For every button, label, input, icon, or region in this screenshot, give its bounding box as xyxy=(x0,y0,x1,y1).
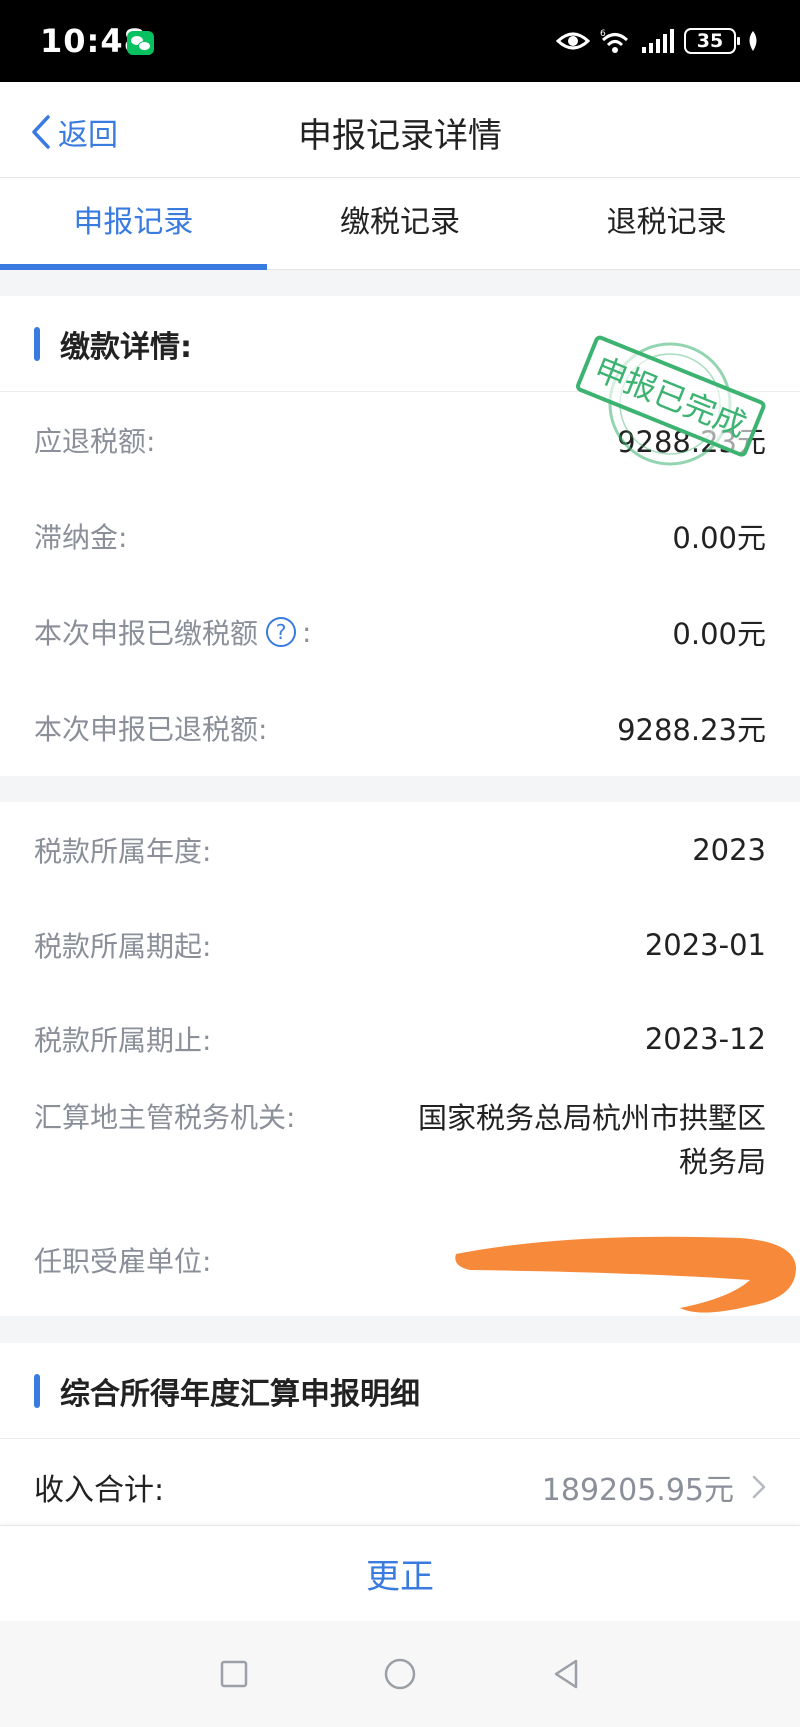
row-label: 本次申报已退税额: xyxy=(34,713,268,746)
signal-icon xyxy=(642,29,674,53)
section-header: 综合所得年度汇算申报明细 xyxy=(0,1343,800,1439)
bottom-action-bar: 更正 xyxy=(0,1525,800,1621)
row-period-end: 税款所属期止: 2023-12 xyxy=(0,992,800,1086)
system-nav-bar xyxy=(0,1621,800,1727)
tab-payment-records[interactable]: 缴税记录 xyxy=(267,178,534,269)
redaction-mark xyxy=(455,1236,796,1313)
row-refund-due: 应退税额: 9288.23元 xyxy=(0,392,800,488)
tab-refund-records[interactable]: 退税记录 xyxy=(533,178,800,269)
authority-line-1: 国家税务总局杭州市拱墅区 xyxy=(417,1101,766,1135)
section-header: 缴款详情: xyxy=(0,296,800,392)
section-accent-bar xyxy=(34,1373,40,1408)
tab-bar: 申报记录 缴税记录 退税记录 xyxy=(0,178,800,270)
network-label: 6 xyxy=(600,29,606,39)
row-label: 本次申报已缴税额 ? : xyxy=(34,612,311,652)
row-label-suffix: : xyxy=(302,615,312,649)
back-triangle-icon[interactable] xyxy=(548,1656,584,1692)
chevron-right-icon xyxy=(752,1475,766,1499)
row-period-start: 税款所属期起: 2023-01 xyxy=(0,898,800,992)
row-tax-year: 税款所属年度: 2023 xyxy=(0,802,800,898)
row-paid-tax: 本次申报已缴税额 ? : 0.00元 xyxy=(0,584,800,680)
nav-bar: 返回 申报记录详情 xyxy=(0,82,800,178)
row-label: 汇算地主管税务机关: xyxy=(34,1101,296,1134)
income-total-row[interactable]: 收入合计: 189205.95元 xyxy=(0,1439,800,1535)
income-label: 收入合计: xyxy=(34,1473,165,1508)
row-value: 2023 xyxy=(692,833,766,867)
income-value: 189205.95元 xyxy=(541,1473,734,1508)
row-refunded-tax: 本次申报已退税额: 9288.23元 xyxy=(0,680,800,776)
row-tax-authority: 汇算地主管税务机关: 国家税务总局杭州市拱墅区 税务局 xyxy=(0,1086,800,1204)
section-accent-bar xyxy=(34,326,40,361)
row-value: 9288.23元 xyxy=(617,713,766,747)
leaf-icon xyxy=(749,31,757,51)
wifi-icon: 6 xyxy=(600,29,629,53)
recent-apps-icon[interactable] xyxy=(216,1656,252,1692)
payment-details-card: 缴款详情: 应退税额: 9288.23元 滞纳金: 0.00元 本次申报已缴税额… xyxy=(0,296,800,776)
annual-settlement-card: 综合所得年度汇算申报明细 收入合计: 189205.95元 xyxy=(0,1343,800,1525)
row-label-text: 本次申报已缴税额 xyxy=(34,617,259,650)
row-label: 滞纳金: xyxy=(34,521,128,554)
row-label: 税款所属年度: xyxy=(34,835,212,868)
row-value: 9288.23元 xyxy=(617,425,766,459)
row-label: 税款所属期起: xyxy=(34,930,212,963)
wechat-notification-icon xyxy=(127,31,154,55)
status-icons: 6 35 xyxy=(556,28,760,54)
row-value: 0.00元 xyxy=(672,521,766,555)
correct-button[interactable]: 更正 xyxy=(366,1549,434,1598)
section-title: 综合所得年度汇算申报明细 xyxy=(60,1376,420,1412)
battery-icon: 35 xyxy=(684,28,740,54)
status-bar: 10:48 6 35 xyxy=(0,0,800,82)
authority-line-2: 税务局 xyxy=(678,1145,766,1179)
row-value: 国家税务总局杭州市拱墅区 税务局 xyxy=(418,1096,766,1184)
tab-declaration-records[interactable]: 申报记录 xyxy=(0,178,267,270)
row-value: 0.00元 xyxy=(672,617,766,651)
row-late-fee: 滞纳金: 0.00元 xyxy=(0,488,800,584)
battery-level: 35 xyxy=(696,30,724,52)
income-value-group: 189205.95元 xyxy=(542,1465,766,1509)
eye-icon xyxy=(556,32,590,50)
row-label: 任职受雇单位: xyxy=(34,1245,212,1278)
home-icon[interactable] xyxy=(382,1656,418,1692)
row-label: 应退税额: xyxy=(34,425,156,458)
help-icon[interactable]: ? xyxy=(266,617,297,647)
row-value: 2023-01 xyxy=(644,928,766,962)
page-title: 申报记录详情 xyxy=(298,116,502,156)
row-value: 2023-12 xyxy=(644,1022,766,1056)
section-title: 缴款详情: xyxy=(60,329,192,365)
row-label: 税款所属期止: xyxy=(34,1024,212,1057)
